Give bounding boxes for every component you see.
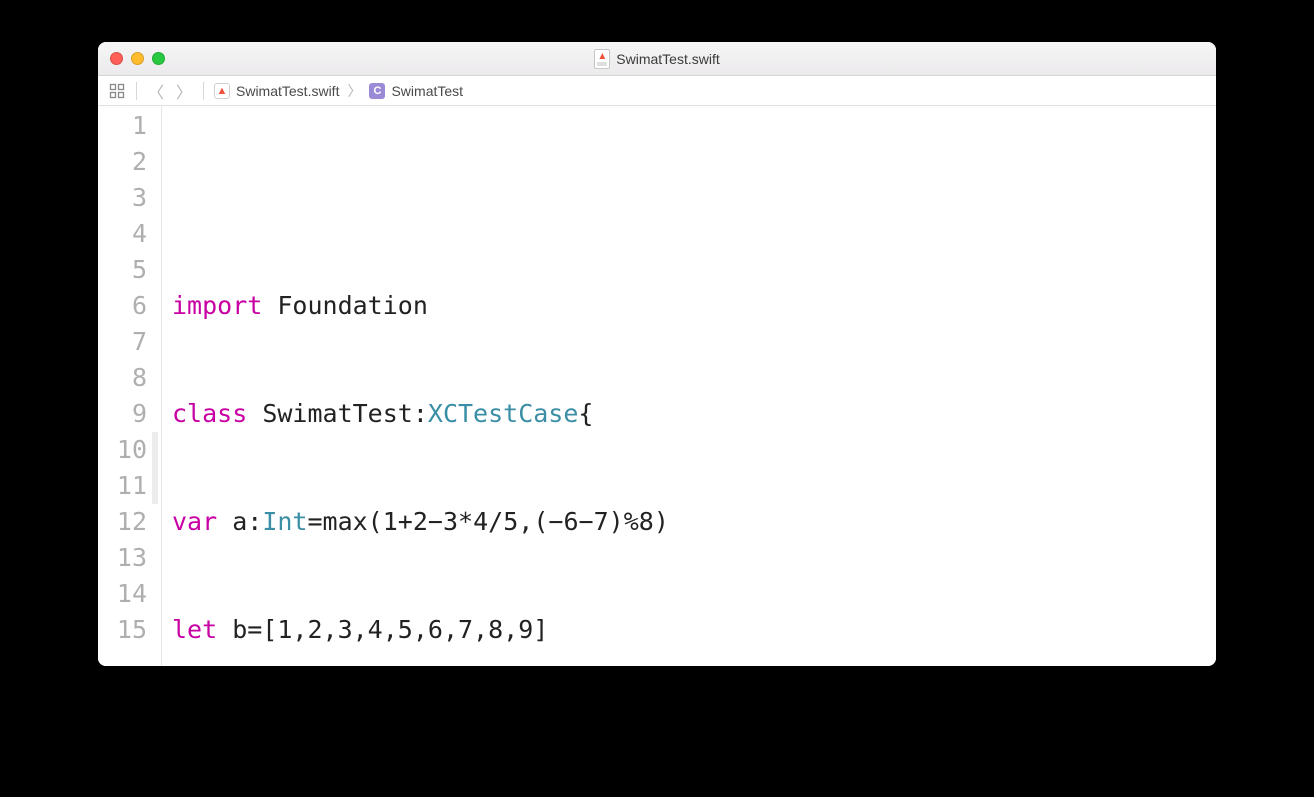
line-number: 9 — [98, 396, 161, 432]
line-number-gutter: 1 2 3 4 5 6 7 8 9 10 11 12 13 14 15 — [98, 106, 162, 666]
line-number: 8 — [98, 360, 161, 396]
line-number: 2 — [98, 144, 161, 180]
jump-bar: 〈 〉 ▲ SwimatTest.swift 〉 C SwimatTest — [98, 76, 1216, 106]
divider — [136, 82, 137, 100]
chevron-right-icon: 〉 — [345, 81, 363, 101]
divider — [203, 82, 204, 100]
editor-window: ▲ SwimatTest.swift 〈 〉 ▲ SwimatTest.swif… — [98, 42, 1216, 666]
back-button[interactable]: 〈 — [143, 80, 169, 102]
swift-file-icon: ▲ — [594, 49, 610, 69]
current-line-highlight — [152, 432, 158, 468]
code-area[interactable]: import Foundation class SwimatTest:XCTes… — [162, 106, 1216, 666]
line-number: 4 — [98, 216, 161, 252]
forward-button[interactable]: 〉 — [171, 80, 197, 102]
code-line[interactable]: let b=[1,2,3,4,5,6,7,8,9] — [172, 612, 1216, 648]
line-number: 12 — [98, 504, 161, 540]
line-number: 13 — [98, 540, 161, 576]
line-number: 7 — [98, 324, 161, 360]
related-items-button[interactable] — [104, 80, 130, 102]
window-title: ▲ SwimatTest.swift — [98, 42, 1216, 75]
line-number: 14 — [98, 576, 161, 612]
breadcrumb-label: SwimatTest.swift — [236, 83, 339, 99]
code-line[interactable]: var a:Int=max(1+2−3*4/5,(−6−7)%8) — [172, 504, 1216, 540]
chevron-left-icon: 〈 — [148, 79, 164, 103]
line-number: 3 — [98, 180, 161, 216]
line-number: 6 — [98, 288, 161, 324]
zoom-button[interactable] — [152, 52, 165, 65]
code-line[interactable]: import Foundation — [172, 288, 1216, 324]
code-line[interactable]: class SwimatTest:XCTestCase{ — [172, 396, 1216, 432]
swift-file-icon: ▲ — [214, 83, 230, 99]
chevron-right-icon: 〉 — [176, 79, 192, 103]
window-title-text: SwimatTest.swift — [616, 51, 719, 67]
line-number: 5 — [98, 252, 161, 288]
code-editor[interactable]: 1 2 3 4 5 6 7 8 9 10 11 12 13 14 15 impo… — [98, 106, 1216, 666]
minimize-button[interactable] — [131, 52, 144, 65]
breadcrumb-label: SwimatTest — [391, 83, 463, 99]
close-button[interactable] — [110, 52, 123, 65]
breadcrumb-symbol[interactable]: C SwimatTest — [365, 83, 467, 99]
class-icon: C — [369, 83, 385, 99]
breadcrumb-file[interactable]: ▲ SwimatTest.swift — [210, 83, 343, 99]
current-line-highlight — [152, 468, 158, 504]
titlebar[interactable]: ▲ SwimatTest.swift — [98, 42, 1216, 76]
window-controls — [110, 52, 165, 65]
line-number: 15 — [98, 612, 161, 648]
line-number: 1 — [98, 108, 161, 144]
